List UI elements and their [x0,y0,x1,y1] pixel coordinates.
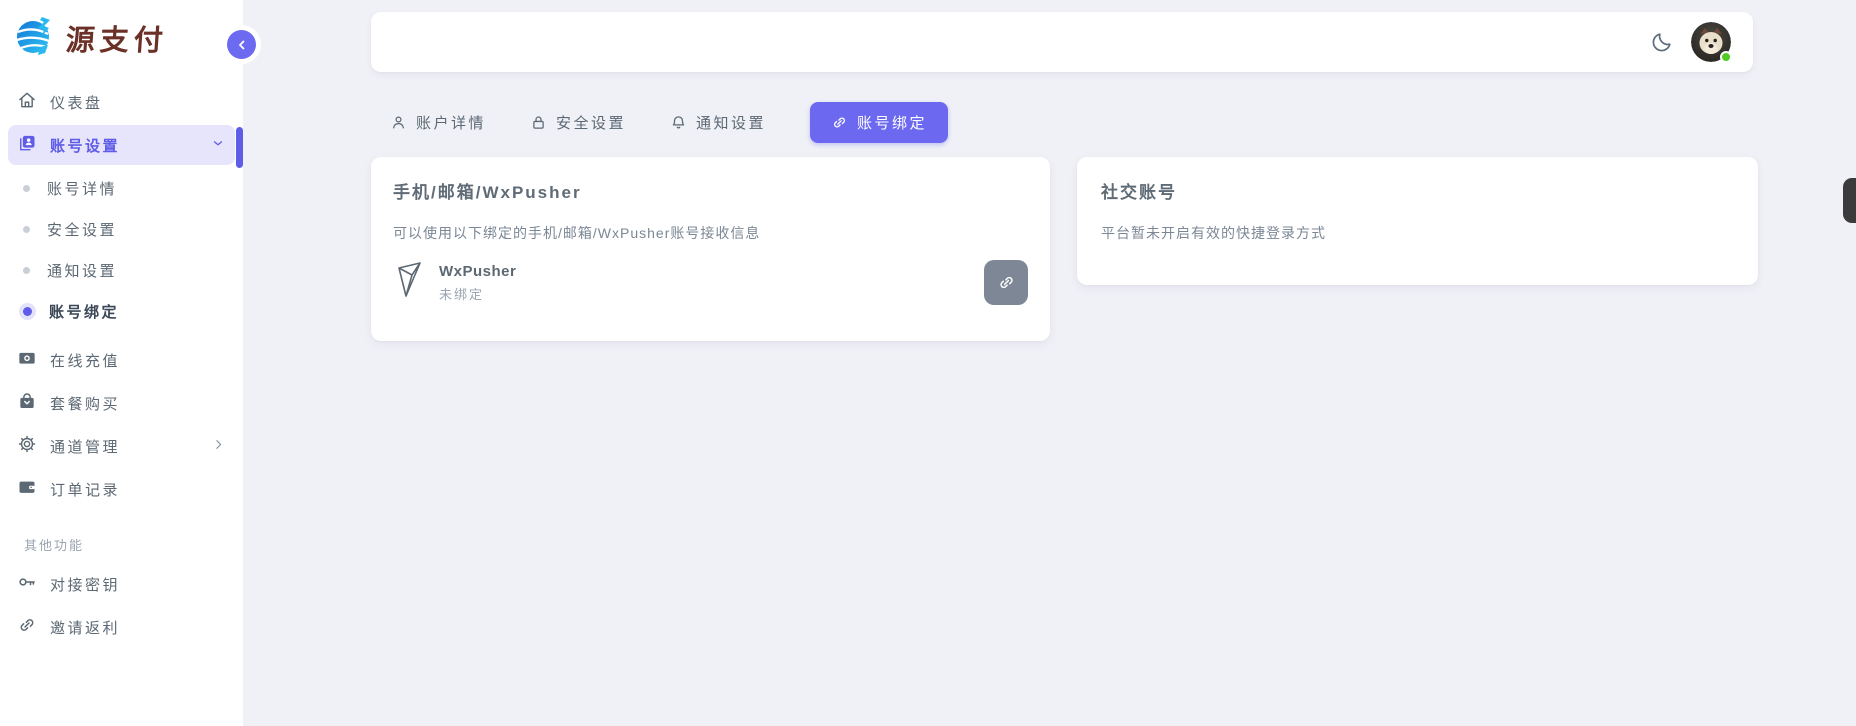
sidebar-item-label: 订单记录 [50,479,225,500]
sidebar-item-account-settings[interactable]: 账号设置 [8,125,235,165]
sidebar-nav: 仪表盘 账号设置 账号详情 [0,72,243,647]
sidebar-subitem-label: 通知设置 [47,260,117,281]
binding-card-title: 手机/邮箱/WxPusher [393,178,1028,203]
social-card-description: 平台暂未开启有效的快捷登录方式 [1101,223,1734,243]
sidebar-collapse-button[interactable] [227,30,256,59]
sidebar-submenu-account: 账号详情 安全设置 通知设置 账号绑定 [8,168,235,332]
bullet-icon [23,267,30,274]
tab-label: 账户详情 [416,112,486,133]
sidebar-item-label: 账号设置 [50,135,198,156]
tab-label: 安全设置 [556,112,626,133]
link-icon [997,273,1016,292]
sidebar-item-label: 通道管理 [50,436,199,457]
shopping-bag-icon [17,391,37,415]
sidebar-item-label: 在线充值 [50,350,225,371]
tab-security-settings[interactable]: 安全设置 [530,112,626,133]
sidebar-subitem-account-binding[interactable]: 账号绑定 [8,291,235,332]
bullet-icon [23,185,30,192]
binding-card: 手机/邮箱/WxPusher 可以使用以下绑定的手机/邮箱/WxPusher账号… [371,157,1050,341]
sidebar-subitem-security-settings[interactable]: 安全设置 [8,209,235,250]
home-icon [17,90,37,114]
sidebar-item-order-records[interactable]: 订单记录 [8,469,235,509]
tab-account-details[interactable]: 账户详情 [390,112,486,133]
key-icon [17,572,37,596]
lock-icon [530,114,547,131]
sidebar-item-plan-purchase[interactable]: 套餐购买 [8,383,235,423]
user-avatar[interactable] [1691,22,1731,62]
sidebar-item-api-keys[interactable]: 对接密钥 [8,564,235,604]
wxpusher-status: 未绑定 [439,284,516,303]
active-menu-indicator [236,127,243,168]
chevron-down-icon [211,136,225,154]
sidebar-item-label: 对接密钥 [50,574,225,595]
tab-account-binding[interactable]: 账号绑定 [810,102,948,143]
sidebar-subitem-label: 安全设置 [47,219,117,240]
wallet-icon [17,477,37,501]
chevron-right-icon [212,438,225,455]
wxpusher-icon [395,260,425,305]
brand-logo[interactable]: 源支付 [0,0,243,72]
brand-name: 源支付 [65,17,170,59]
social-accounts-card: 社交账号 平台暂未开启有效的快捷登录方式 [1077,157,1758,285]
moon-icon [1650,30,1674,54]
wxpusher-row: WxPusher 未绑定 [393,260,1028,305]
user-icon [390,114,407,131]
social-card-title: 社交账号 [1101,178,1734,203]
chevron-left-icon [235,38,249,52]
sidebar-item-invite-rebate[interactable]: 邀请返利 [8,607,235,647]
bell-icon [670,114,687,131]
sidebar-item-label: 邀请返利 [50,617,225,638]
topbar [371,12,1753,72]
sidebar-item-label: 仪表盘 [50,92,225,113]
settings-tabs: 账户详情 安全设置 通知设置 账号绑定 [390,102,948,142]
sidebar-item-online-recharge[interactable]: 在线充值 [8,340,235,380]
bind-wxpusher-button[interactable] [984,260,1028,305]
settings-drawer-handle[interactable] [1843,178,1856,223]
sidebar-subitem-label: 账号绑定 [49,301,119,322]
bullet-icon [23,226,30,233]
sidebar-item-label: 套餐购买 [50,393,225,414]
content-area: 手机/邮箱/WxPusher 可以使用以下绑定的手机/邮箱/WxPusher账号… [371,157,1758,341]
online-status-dot [1720,51,1732,63]
tab-label: 通知设置 [696,112,766,133]
sidebar: 源支付 仪表盘 账号设置 [0,0,243,726]
tab-notification-settings[interactable]: 通知设置 [670,112,766,133]
link-icon [17,615,37,639]
address-book-icon [17,133,37,157]
theme-toggle-button[interactable] [1649,29,1675,55]
wxpusher-name: WxPusher [439,263,516,280]
gear-icon [17,434,37,458]
sidebar-section-label: 其他功能 [24,535,235,554]
tab-label: 账号绑定 [857,112,927,133]
sidebar-subitem-notification-settings[interactable]: 通知设置 [8,250,235,291]
wxpusher-info: WxPusher 未绑定 [439,263,516,303]
sidebar-subitem-label: 账号详情 [47,178,117,199]
bullet-icon [23,307,32,316]
sidebar-subitem-account-details[interactable]: 账号详情 [8,168,235,209]
banknote-icon [17,348,37,372]
binding-card-description: 可以使用以下绑定的手机/邮箱/WxPusher账号接收信息 [393,223,1028,243]
sidebar-item-dashboard[interactable]: 仪表盘 [8,82,235,122]
brand-globe-icon [12,13,58,64]
link-icon [831,114,848,131]
sidebar-item-channel-management[interactable]: 通道管理 [8,426,235,466]
